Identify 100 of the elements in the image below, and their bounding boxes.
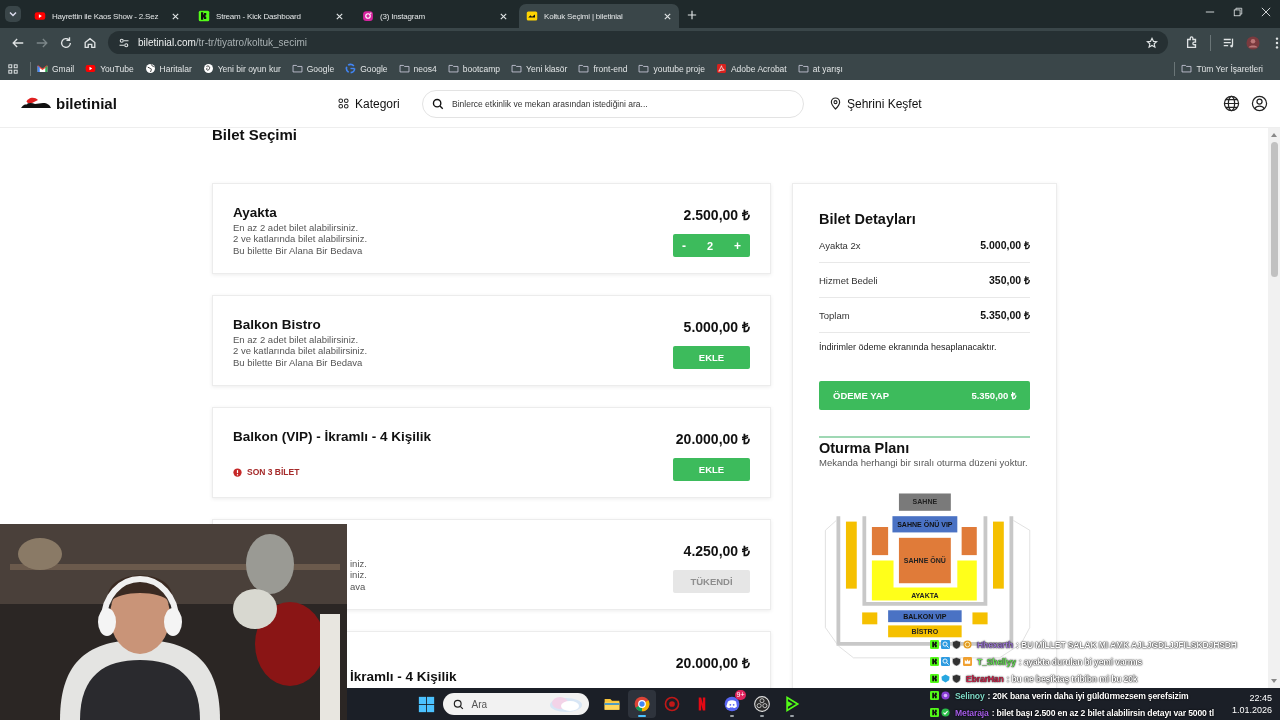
chat-message: : bu ne beşiktaş tribibn mi bu 20k [1006, 673, 1138, 684]
logo-text[interactable]: biletinial [56, 95, 117, 112]
ticket-description: 2 ve katlarında bilet alabilirsiniz. [233, 233, 369, 245]
folder-icon [511, 63, 523, 74]
seat-section [892, 515, 958, 532]
ticket-logo-icon [526, 10, 538, 22]
seat-section [972, 611, 988, 624]
bookmark-link[interactable]: Gmail [37, 63, 75, 74]
bookmark-link[interactable]: Yeni klasör [511, 63, 568, 74]
restore-icon[interactable] [1233, 7, 1243, 17]
browser-tab[interactable]: Koltuk Seçimi | biletinial [519, 4, 679, 28]
seat-section [961, 526, 977, 555]
close-icon[interactable] [663, 11, 672, 21]
bookmark-link[interactable]: Yeni bir oyun kur [202, 63, 281, 74]
google-g-icon [345, 63, 357, 74]
ticket-price: 2.500,00 ₺ [683, 206, 750, 224]
ticket-description: En az 2 adet bilet alabilirsiniz. [233, 334, 360, 346]
bookmark-link[interactable]: YouTube [85, 63, 134, 74]
mail-icon [37, 63, 48, 74]
home-icon[interactable] [83, 35, 97, 50]
close-icon[interactable] [335, 11, 344, 21]
star-badge-icon [941, 691, 950, 700]
ticket-title: Balkon Bistro [233, 317, 322, 333]
extensions-icon[interactable] [1185, 35, 1199, 50]
tab-search-button[interactable] [5, 6, 21, 22]
discount-note: İndirimler ödeme ekranında hesaplanacaktır. [819, 342, 998, 352]
folder-icon [447, 63, 459, 74]
bookmark-link[interactable]: neos4 [398, 63, 437, 74]
clock-time: 22:45 [1248, 692, 1272, 704]
check-badge-icon [941, 708, 950, 717]
ticket-title: İkramlı - 4 Kişilik [350, 669, 458, 685]
close-icon[interactable] [171, 11, 180, 21]
running-indicator [790, 715, 795, 717]
summary-label: Ayakta 2x [819, 239, 861, 251]
quantity-value: 2 [706, 239, 714, 252]
language-globe-icon[interactable] [1223, 95, 1240, 112]
scrollbar-thumb[interactable] [1270, 142, 1278, 277]
taskbar-app[interactable] [628, 690, 657, 718]
bookmark-link[interactable]: bootcamp [447, 63, 501, 74]
coin-badge-icon [963, 640, 972, 649]
kick-badge-icon [930, 691, 939, 700]
scroll-up-icon[interactable] [1270, 131, 1278, 139]
folder-icon [578, 63, 590, 74]
windows-start-icon[interactable] [418, 695, 436, 713]
gem-badge-icon [941, 674, 950, 683]
bookmark-link[interactable]: Adobe Acrobat [715, 63, 787, 74]
chat-message: : bilet başı 2.500 en az 2 bilet alabilirsin detayı var 5000 tl [991, 707, 1214, 718]
folder-icon [797, 63, 809, 74]
ticket-price: 20.000,00 ₺ [675, 430, 750, 448]
running-indicator [760, 715, 765, 717]
bookmark-link[interactable]: Google [291, 63, 335, 74]
bookmark-link[interactable]: at yarışı [797, 63, 843, 74]
ticket-price: 5.000,00 ₺ [683, 318, 750, 336]
cloud-icon [548, 695, 585, 713]
bookmark-link[interactable]: youtube proje [638, 63, 705, 74]
bookmark-link[interactable]: Google [345, 63, 388, 74]
chat-username[interactable]: Metaraja [955, 707, 989, 718]
chat-message: : BU MİLLET SALAK MI AMK AJLJGDLJJFILSKDJHSDH [1016, 639, 1237, 650]
apps-grid-icon[interactable] [8, 63, 18, 74]
category-menu[interactable]: Kategori [338, 96, 422, 111]
kick-badge-icon [930, 657, 939, 666]
reload-icon[interactable] [59, 35, 73, 50]
profile-avatar[interactable] [1246, 35, 1260, 50]
new-tab-icon[interactable] [687, 10, 697, 20]
summary-value: 350,00 ₺ [988, 273, 1030, 287]
folder-icon [398, 63, 410, 74]
chat-username[interactable]: Selinoy [955, 690, 985, 701]
browser-tab[interactable]: (3) Instagram [355, 4, 515, 28]
discord-icon [723, 695, 742, 713]
bookmark-star-icon[interactable] [1146, 36, 1158, 49]
search-field[interactable]: Binlerce etkinlik ve mekan arasından istediğini ara... [422, 89, 804, 118]
location-pin-icon [830, 97, 841, 110]
folder-icon [291, 63, 303, 74]
chat-username[interactable]: EbrarHan [966, 673, 1004, 684]
bookmark-link[interactable]: front-end [578, 63, 628, 74]
seat-section [862, 611, 878, 624]
close-icon[interactable] [1261, 7, 1271, 17]
globe-icon [144, 63, 156, 74]
address-bar[interactable]: biletinial.com/tr-tr/tiyatro/koltuk_secimi [108, 31, 1168, 54]
stock-warning: SON 3 BİLET [247, 467, 300, 477]
kick-badge-icon [930, 674, 939, 683]
browser-tab[interactable]: Stream - Kick Dashboard [191, 4, 351, 28]
scroll-down-icon[interactable] [1270, 677, 1278, 685]
bookmark-link[interactable]: Haritalar [144, 63, 192, 74]
browser-tab[interactable]: Hayrettin ile Kaos Show - 2.Sez [27, 4, 187, 28]
gear-icon [663, 695, 682, 713]
city-link[interactable]: Şehrini Keşfet [830, 96, 922, 111]
play-icon [34, 10, 46, 22]
bookmark-link[interactable]: Tüm Yer İşaretleri [1181, 63, 1263, 74]
site-settings-icon[interactable] [118, 36, 130, 49]
alert-icon [233, 467, 242, 477]
folder-icon [1181, 63, 1193, 74]
ticket-description: Bu bilette Bir Alana Bir Bedava [233, 356, 364, 368]
close-icon[interactable] [499, 11, 508, 21]
search-icon [453, 699, 465, 710]
user-account-icon[interactable] [1251, 95, 1268, 112]
ticket-description: En az 2 adet bilet alabilirsiniz. [233, 222, 360, 234]
magnifier-badge-icon [941, 640, 950, 649]
seat-section [845, 521, 857, 589]
kick-badge-icon [930, 708, 939, 717]
